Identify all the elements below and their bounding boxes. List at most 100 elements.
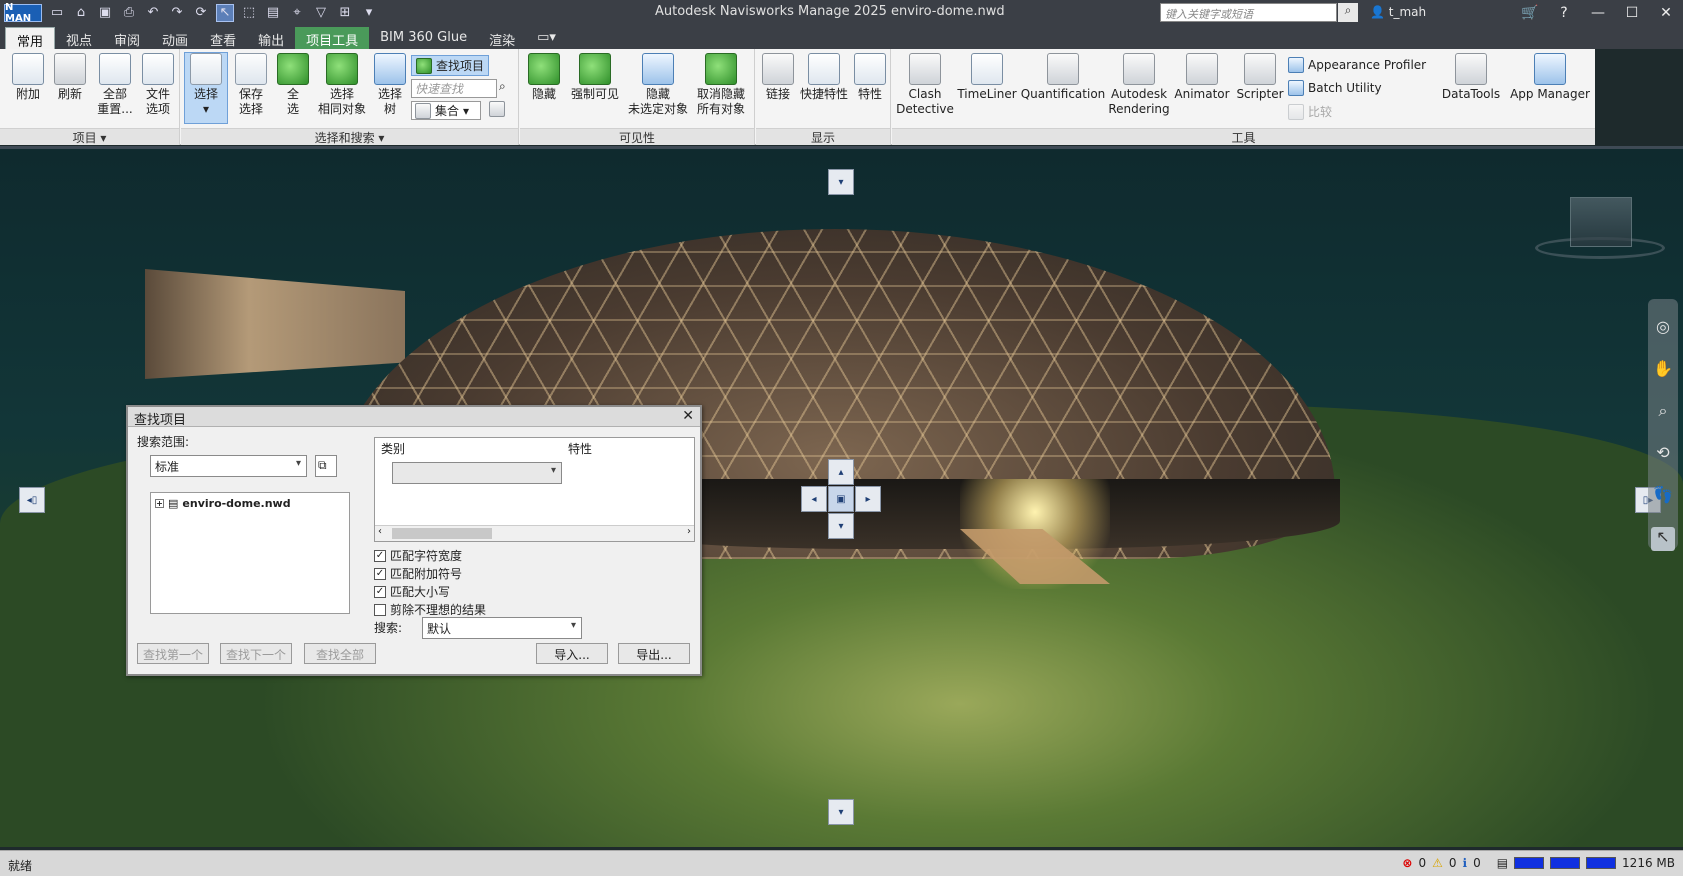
- file-options-button[interactable]: 文件 选项: [138, 53, 178, 117]
- quick-properties-button[interactable]: 快捷特性: [796, 53, 852, 102]
- tab-viewpoint[interactable]: 视点: [55, 27, 103, 49]
- search-tree[interactable]: + ▤ enviro-dome.nwd: [150, 492, 350, 614]
- orbit-icon[interactable]: ⟲: [1651, 443, 1675, 467]
- scope-dropdown[interactable]: 标准 ▾: [150, 455, 307, 477]
- help-icon[interactable]: ?: [1547, 0, 1581, 25]
- help-search-input[interactable]: 键入关键字或短语: [1160, 3, 1337, 22]
- export-button[interactable]: 导出...: [618, 643, 690, 664]
- tab-output[interactable]: 输出: [247, 27, 295, 49]
- split-left-icon[interactable]: ◂▯: [19, 487, 45, 513]
- tab-animation[interactable]: 动画: [151, 27, 199, 49]
- walk-icon[interactable]: 👣: [1651, 485, 1675, 509]
- appearance-profiler-button[interactable]: Appearance Profiler: [1288, 57, 1426, 73]
- steering-wheel-icon[interactable]: ◎: [1651, 317, 1675, 341]
- redo-icon[interactable]: ↷: [168, 4, 186, 22]
- tab-view[interactable]: 查看: [199, 27, 247, 49]
- scroll-right-icon[interactable]: ›: [687, 526, 691, 537]
- browse-sets-icon[interactable]: ⧉: [315, 455, 337, 477]
- app-manager-button[interactable]: App Manager: [1510, 53, 1590, 102]
- properties-button[interactable]: 特性: [852, 53, 888, 102]
- match-diacritics-checkbox[interactable]: ✓ 匹配附加符号: [374, 565, 462, 582]
- select-button[interactable]: 选择 ▾: [184, 52, 228, 124]
- new-icon[interactable]: ▭: [48, 4, 66, 22]
- match-width-checkbox[interactable]: ✓ 匹配字符宽度: [374, 547, 462, 564]
- clash-detective-button[interactable]: Clash Detective: [894, 53, 956, 117]
- split-bottom-icon[interactable]: ▾: [828, 799, 854, 825]
- column-category[interactable]: 类别: [381, 440, 405, 457]
- select-icon[interactable]: ↖: [216, 3, 234, 22]
- filter-icon[interactable]: ▽: [312, 4, 330, 22]
- tab-bim360[interactable]: BIM 360 Glue: [369, 27, 478, 49]
- find-next-button[interactable]: 查找下一个: [220, 643, 292, 664]
- compare-button[interactable]: 比较: [1288, 103, 1332, 120]
- sets-dropdown[interactable]: 集合 ▾: [411, 101, 481, 120]
- quantification-button[interactable]: Quantification: [1018, 53, 1108, 102]
- save-selection-button[interactable]: 保存 选择: [230, 53, 272, 117]
- user-account[interactable]: 👤 t_mah: [1370, 5, 1426, 19]
- hide-button[interactable]: 隐藏: [524, 53, 564, 102]
- error-icon[interactable]: ⊗: [1402, 856, 1412, 870]
- split-top-icon[interactable]: ▾: [828, 169, 854, 195]
- refresh-icon[interactable]: ⟳: [192, 4, 210, 22]
- sheet-browser-icon[interactable]: ▤: [1497, 856, 1508, 870]
- tab-render[interactable]: 渲染: [478, 27, 526, 49]
- category-dropdown[interactable]: ▾: [392, 462, 562, 484]
- find-all-button[interactable]: 查找全部: [304, 643, 376, 664]
- warning-icon[interactable]: ⚠: [1432, 856, 1443, 870]
- select-all-button[interactable]: 全选: [273, 53, 313, 117]
- find-icon[interactable]: ⊞: [336, 4, 354, 22]
- zoom-icon[interactable]: ⌕: [1651, 401, 1675, 425]
- batch-utility-button[interactable]: Batch Utility: [1288, 80, 1382, 96]
- dock-bottom-icon[interactable]: ▾: [828, 513, 854, 539]
- links-button[interactable]: 链接: [760, 53, 796, 102]
- viewpoint-icon[interactable]: ▤: [264, 4, 282, 22]
- maximize-button[interactable]: ☐: [1615, 0, 1649, 25]
- dialog-close-icon[interactable]: ✕: [682, 408, 694, 424]
- find-first-button[interactable]: 查找第一个: [137, 643, 209, 664]
- info-icon[interactable]: ℹ: [1463, 856, 1468, 870]
- selection-tree-button[interactable]: 选择树: [373, 53, 407, 117]
- tree-item-file[interactable]: + ▤ enviro-dome.nwd: [155, 497, 345, 510]
- app-logo[interactable]: N MAN: [4, 2, 42, 24]
- animator-button[interactable]: Animator: [1172, 53, 1232, 102]
- search-mode-dropdown[interactable]: 默认 ▾: [422, 617, 582, 639]
- minimize-button[interactable]: —: [1581, 0, 1615, 25]
- expand-icon[interactable]: +: [155, 499, 164, 508]
- manage-sets-icon[interactable]: [489, 101, 505, 117]
- column-property[interactable]: 特性: [568, 440, 592, 457]
- conditions-grid[interactable]: 类别 特性 ▾ ‹ ›: [374, 437, 695, 542]
- find-items-button[interactable]: 查找项目: [411, 55, 490, 76]
- panel-title-project[interactable]: 项目 ▾: [0, 128, 179, 145]
- select-cursor-icon[interactable]: ↖: [1651, 527, 1675, 551]
- grid-horizontal-scrollbar[interactable]: ‹ ›: [375, 525, 694, 541]
- viewcube[interactable]: [1570, 197, 1632, 247]
- tab-review[interactable]: 审阅: [103, 27, 151, 49]
- search-icon[interactable]: ⌕: [1338, 3, 1358, 22]
- reset-all-button[interactable]: 全部 重置...: [94, 53, 136, 117]
- timeliner-button[interactable]: TimeLiner: [956, 53, 1018, 102]
- panel-title-select-search[interactable]: 选择和搜索 ▾: [181, 128, 518, 145]
- undo-icon[interactable]: ↶: [144, 4, 162, 22]
- customize-icon[interactable]: ▾: [360, 4, 378, 22]
- autodesk-rendering-button[interactable]: Autodesk Rendering: [1108, 53, 1170, 117]
- append-button[interactable]: 附加: [8, 53, 48, 102]
- ribbon-options-icon[interactable]: ▭▾: [526, 27, 567, 49]
- require-button[interactable]: 强制可见: [566, 53, 624, 102]
- scroll-thumb[interactable]: [392, 528, 492, 539]
- select-same-button[interactable]: 选择 相同对象: [313, 53, 371, 117]
- refresh-button[interactable]: 刷新: [50, 53, 90, 102]
- close-button[interactable]: ✕: [1649, 0, 1683, 25]
- scroll-left-icon[interactable]: ‹: [378, 526, 382, 537]
- select-box-icon[interactable]: ⬚: [240, 4, 258, 22]
- measure-icon[interactable]: ⌖: [288, 4, 306, 22]
- dock-right-icon[interactable]: ▸: [855, 486, 881, 512]
- quick-find-input[interactable]: 快速查找: [411, 79, 497, 98]
- tab-home[interactable]: 常用: [5, 27, 56, 50]
- dock-left-icon[interactable]: ◂: [801, 486, 827, 512]
- scripter-button[interactable]: Scripter: [1232, 53, 1288, 102]
- pan-hand-icon[interactable]: ✋: [1651, 359, 1675, 383]
- unhide-all-button[interactable]: 取消隐藏 所有对象: [690, 53, 752, 117]
- open-icon[interactable]: ⌂: [72, 4, 90, 22]
- print-icon[interactable]: ⎙: [120, 4, 138, 22]
- prune-results-checkbox[interactable]: 剪除不理想的结果: [374, 601, 486, 618]
